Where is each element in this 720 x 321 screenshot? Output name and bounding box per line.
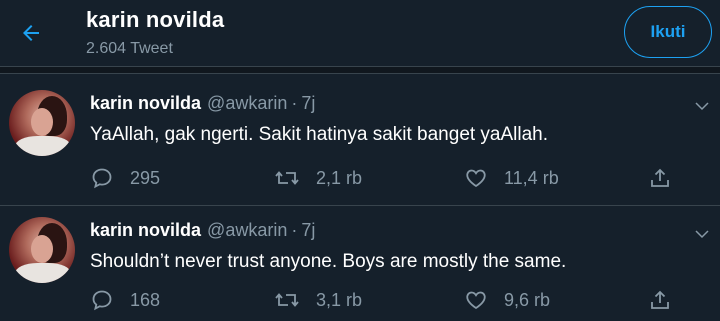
tweet-header: karin novilda @awkarin · 7j [90, 93, 315, 114]
author-name[interactable]: karin novilda [90, 220, 201, 240]
tweet-header: karin novilda @awkarin · 7j [90, 220, 315, 241]
share-button[interactable] [648, 164, 672, 192]
retweet-count: 2,1 rb [316, 167, 363, 188]
tweet-count: 2.604 Tweet [86, 40, 173, 57]
header-divider [0, 66, 720, 74]
back-button[interactable] [12, 14, 50, 52]
like-button[interactable]: 11,4 rb [464, 164, 559, 192]
tweet[interactable]: karin novilda @awkarin · 7j YaAllah, gak ng… [0, 74, 720, 206]
reply-count: 295 [130, 167, 161, 188]
like-button[interactable]: 9,6 rb [464, 286, 550, 314]
tweet-actions: 295 2,1 rb 11,4 rb [90, 164, 680, 194]
like-count: 11,4 rb [504, 167, 559, 188]
heart-icon [466, 291, 486, 310]
share-icon [651, 168, 669, 187]
reply-icon [92, 290, 112, 311]
more-options-button[interactable] [690, 222, 714, 246]
arrow-left-icon [23, 25, 39, 41]
tweet-actions: 168 3,1 rb 9,6 rb [90, 286, 680, 316]
avatar[interactable] [9, 90, 75, 156]
profile-name: karin novilda [86, 7, 225, 32]
tweet-text: Shouldn’t never trust anyone. Boys are m… [90, 251, 567, 272]
separator-dot: · [291, 220, 298, 240]
like-count: 9,6 rb [504, 289, 551, 310]
share-button[interactable] [648, 286, 672, 314]
tweet-time[interactable]: 7j [301, 93, 315, 113]
reply-count: 168 [130, 289, 161, 310]
author-name[interactable]: karin novilda [90, 93, 201, 113]
tweet[interactable]: karin novilda @awkarin · 7j Shouldn’t never… [0, 206, 720, 321]
retweet-button[interactable]: 3,1 rb [274, 286, 362, 314]
separator-dot: · [291, 93, 298, 113]
chevron-down-icon [695, 102, 709, 111]
avatar[interactable] [9, 217, 75, 283]
author-handle[interactable]: @awkarin [207, 93, 287, 113]
reply-button[interactable]: 295 [90, 164, 160, 192]
retweet-button[interactable]: 2,1 rb [274, 164, 362, 192]
retweet-icon [275, 293, 299, 307]
retweet-count: 3,1 rb [316, 289, 363, 310]
share-icon [651, 290, 669, 309]
profile-header: karin novilda 2.604 Tweet Ikuti [0, 0, 720, 66]
tweet-time[interactable]: 7j [301, 220, 315, 240]
reply-icon [92, 168, 112, 189]
more-options-button[interactable] [690, 94, 714, 118]
author-handle[interactable]: @awkarin [207, 220, 287, 240]
heart-icon [466, 169, 486, 188]
tweet-text: YaAllah, gak ngerti. Sakit hatinya sakit… [90, 124, 549, 145]
chevron-down-icon [695, 230, 709, 239]
follow-button[interactable]: Ikuti [624, 6, 712, 58]
reply-button[interactable]: 168 [90, 286, 160, 314]
retweet-icon [275, 171, 299, 185]
